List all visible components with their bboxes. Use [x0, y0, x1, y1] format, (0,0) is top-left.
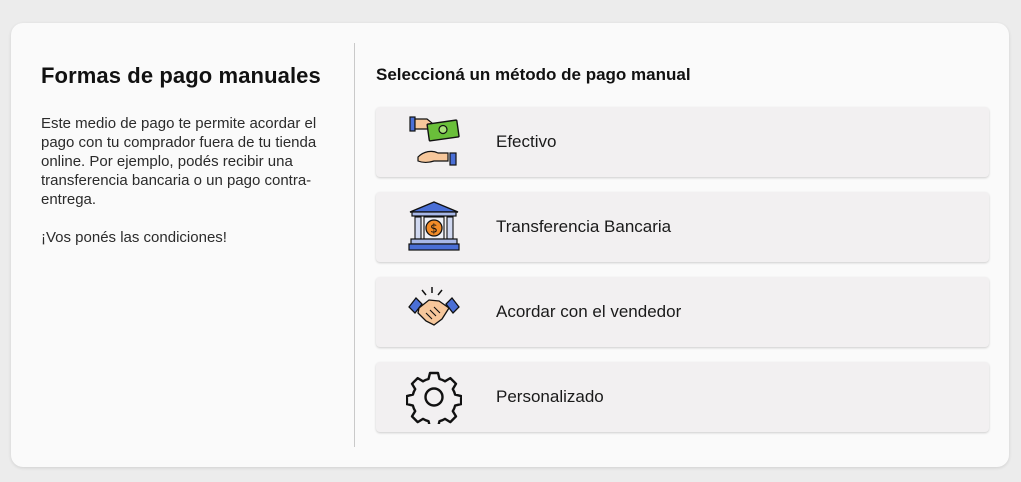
method-label: Personalizado — [496, 387, 604, 406]
method-option-transferencia[interactable]: $ Transferencia Bancaria — [376, 192, 989, 262]
intro-conditions: ¡Vos ponés las condiciones! — [41, 229, 227, 246]
method-option-personalizado[interactable]: Personalizado — [376, 362, 989, 432]
vertical-divider — [354, 43, 355, 447]
method-label: Efectivo — [496, 132, 557, 151]
gear-icon — [406, 370, 462, 424]
methods-heading: Seleccioná un método de pago manual — [376, 65, 691, 84]
cash-hands-icon — [406, 115, 462, 169]
svg-text:$: $ — [430, 222, 438, 236]
manual-payment-card: Formas de pago manuales Este medio de pa… — [11, 23, 1009, 467]
methods-panel: Seleccioná un método de pago manual Efec… — [376, 65, 990, 432]
intro-description: Este medio de pago te permite acordar el… — [41, 115, 317, 208]
method-option-efectivo[interactable]: Efectivo — [376, 107, 989, 177]
intro-panel: Formas de pago manuales Este medio de pa… — [41, 63, 341, 247]
bank-icon: $ — [406, 200, 462, 254]
method-option-acordar[interactable]: Acordar con el vendedor — [376, 277, 989, 347]
method-label: Acordar con el vendedor — [496, 302, 682, 321]
page-title: Formas de pago manuales — [41, 63, 321, 88]
handshake-icon — [406, 285, 462, 339]
method-label: Transferencia Bancaria — [496, 217, 672, 236]
